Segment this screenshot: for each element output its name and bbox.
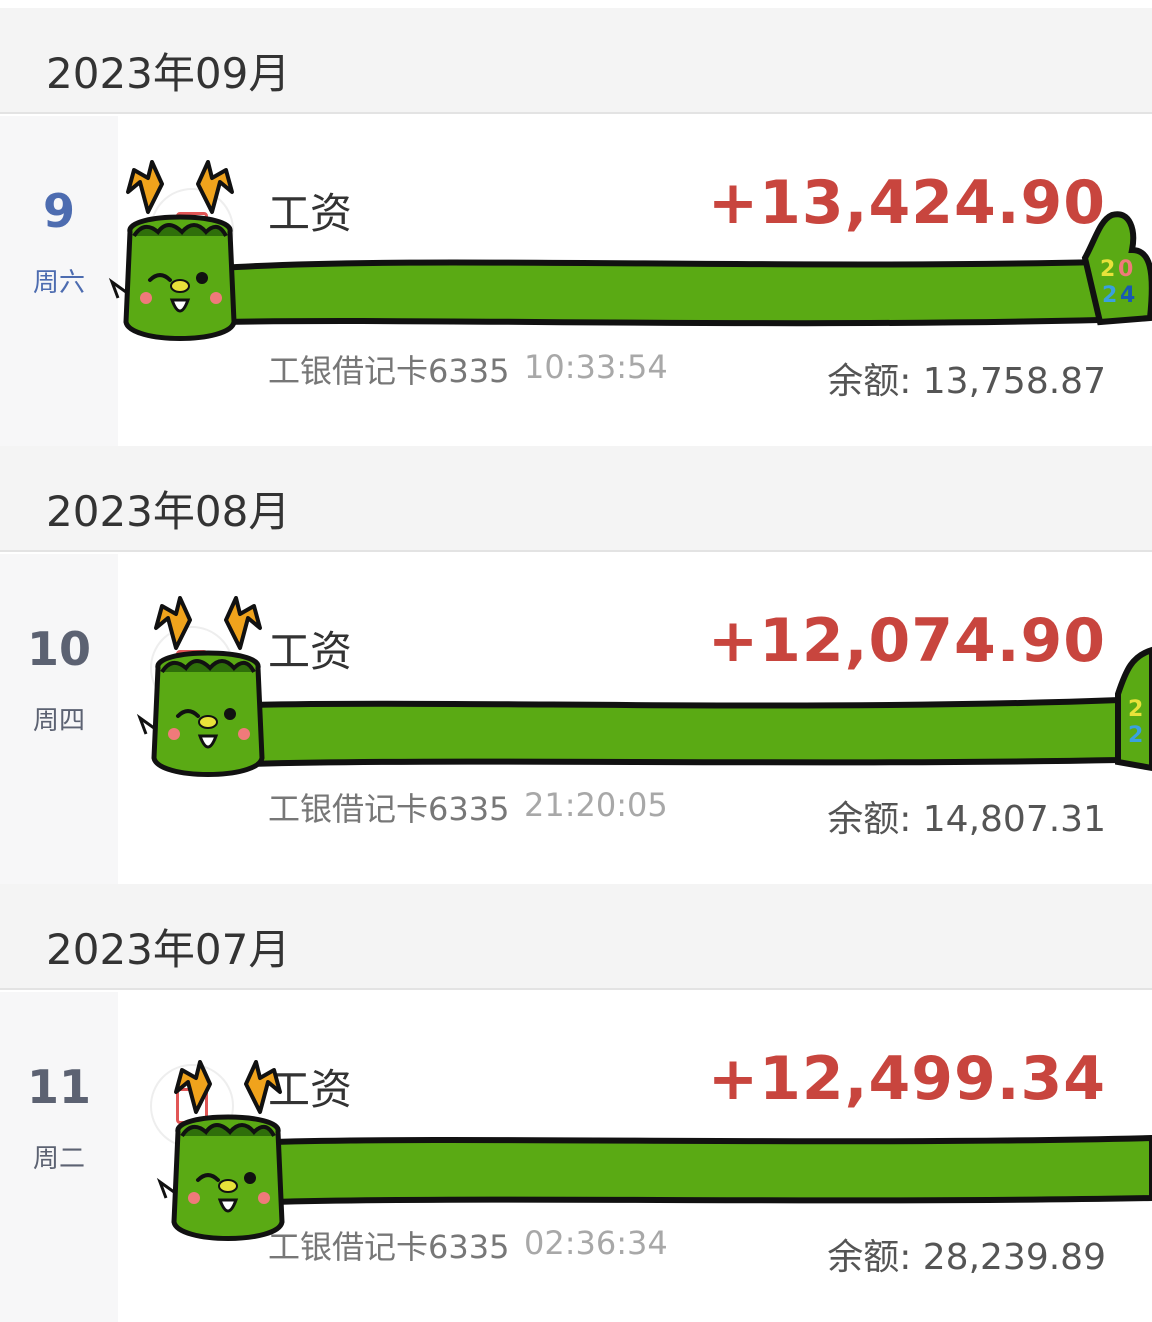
month-header: 2023年09月: [0, 8, 1152, 114]
month-header: 2023年07月: [0, 884, 1152, 990]
date-column: 10 周四: [0, 554, 118, 884]
transaction-time: 10:33:54: [524, 348, 668, 386]
month-label: 2023年09月: [46, 49, 291, 98]
weekday-label: 周二: [32, 1144, 85, 1174]
date-column: 9 周六: [0, 116, 118, 446]
day-number: 9: [42, 184, 75, 238]
transaction-title: 工资: [268, 1065, 353, 1114]
transaction-amount: +13,424.90: [707, 168, 1106, 238]
transaction-title: 工资: [268, 627, 353, 676]
transaction-row[interactable]: 10 周四 工资 +12,074.90 工银借记卡6335 21:20:05 余…: [0, 554, 1152, 884]
month-header: 2023年08月: [0, 446, 1152, 552]
balance-text: 余额: 14,807.31: [827, 799, 1106, 840]
transaction-time: 02:36:34: [524, 1224, 668, 1262]
account-name: 工银借记卡6335: [268, 1228, 510, 1266]
weekday-label: 周六: [32, 268, 85, 298]
transaction-amount: +12,499.34: [707, 1044, 1106, 1114]
transaction-time: 21:20:05: [524, 786, 668, 824]
weekday-label: 周四: [32, 706, 85, 736]
date-column: 11 周二: [0, 992, 118, 1322]
transaction-row[interactable]: 11 周二 工资 +12,499.34 工银借记卡6335 02:36:34 余…: [0, 992, 1152, 1322]
balance-text: 余额: 28,239.89: [827, 1237, 1106, 1278]
salary-category-icon: [150, 1064, 234, 1148]
day-number: 11: [26, 1060, 91, 1114]
transaction-title: 工资: [268, 189, 353, 238]
transaction-row[interactable]: 9 周六 工资 +13,424.90 工银借记卡6335 10:33:54 余额…: [0, 116, 1152, 446]
salary-category-icon: [150, 188, 234, 272]
month-label: 2023年07月: [46, 925, 291, 974]
account-name: 工银借记卡6335: [268, 352, 510, 390]
day-number: 10: [26, 622, 91, 676]
transaction-amount: +12,074.90: [707, 606, 1106, 676]
balance-text: 余额: 13,758.87: [827, 361, 1106, 402]
month-label: 2023年08月: [46, 487, 291, 536]
salary-category-icon: [150, 626, 234, 710]
account-name: 工银借记卡6335: [268, 790, 510, 828]
